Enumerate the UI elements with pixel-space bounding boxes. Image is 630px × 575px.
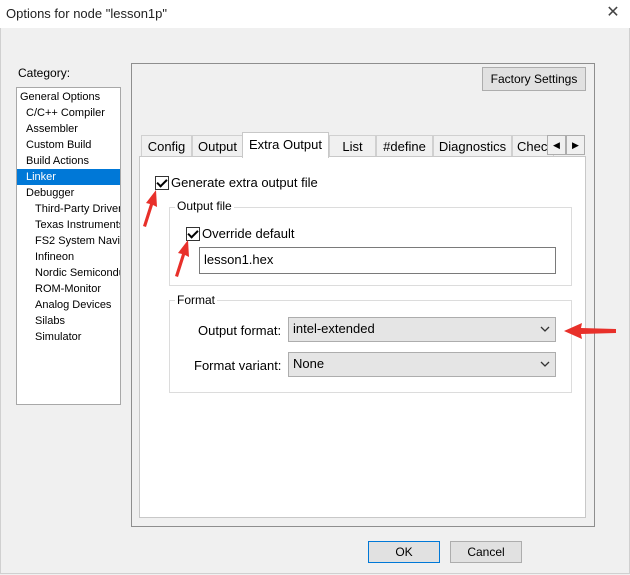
tab-output[interactable]: Output bbox=[192, 135, 243, 157]
category-item-build-actions[interactable]: Build Actions bbox=[17, 153, 120, 169]
chevron-down-icon bbox=[539, 318, 551, 348]
output-format-select[interactable]: intel-extended bbox=[288, 317, 556, 342]
format-group bbox=[169, 300, 572, 393]
factory-settings-button[interactable]: Factory Settings bbox=[482, 67, 586, 91]
category-item-infineon[interactable]: Infineon bbox=[17, 249, 120, 265]
category-item-analog-devices[interactable]: Analog Devices bbox=[17, 297, 120, 313]
category-item-custom-build[interactable]: Custom Build bbox=[17, 137, 120, 153]
tab-list[interactable]: List bbox=[329, 135, 376, 157]
close-icon[interactable]: ✕ bbox=[602, 3, 624, 23]
category-list[interactable]: General Options C/C++ Compiler Assembler Cu… bbox=[16, 87, 121, 405]
output-filename-input[interactable]: lesson1.hex bbox=[199, 247, 556, 274]
override-default-label: Override default bbox=[202, 226, 295, 241]
tab-scroll-right-icon[interactable]: ▶ bbox=[566, 135, 585, 155]
category-item-assembler[interactable]: Assembler bbox=[17, 121, 120, 137]
category-item-fs2-system-navigator[interactable]: FS2 System Navigator bbox=[17, 233, 120, 249]
tab-define[interactable]: #define bbox=[376, 135, 433, 157]
category-item-third-party-driver[interactable]: Third-Party Driver bbox=[17, 201, 120, 217]
category-item-texas-instruments[interactable]: Texas Instruments bbox=[17, 217, 120, 233]
category-label: Category: bbox=[18, 66, 71, 80]
output-file-group-label: Output file bbox=[175, 199, 234, 213]
generate-extra-output-label: Generate extra output file bbox=[171, 175, 318, 190]
category-item-debugger[interactable]: Debugger bbox=[17, 185, 120, 201]
tab-scroll-left-icon[interactable]: ◀ bbox=[547, 135, 566, 155]
category-item-linker[interactable]: Linker bbox=[17, 169, 120, 185]
window-title: Options for node "lesson1p" bbox=[6, 6, 167, 21]
category-item-simulator[interactable]: Simulator bbox=[17, 329, 120, 345]
category-item-rom-monitor[interactable]: ROM-Monitor bbox=[17, 281, 120, 297]
chevron-down-icon bbox=[539, 353, 551, 383]
format-variant-label: Format variant: bbox=[194, 358, 282, 373]
format-group-label: Format bbox=[175, 293, 218, 307]
category-item-silabs[interactable]: Silabs bbox=[17, 313, 120, 329]
tab-config[interactable]: Config bbox=[141, 135, 192, 157]
category-item-c-c-compiler[interactable]: C/C++ Compiler bbox=[17, 105, 120, 121]
format-variant-select[interactable]: None bbox=[288, 352, 556, 377]
format-variant-value: None bbox=[293, 356, 325, 371]
annotation-arrow-icon bbox=[143, 190, 157, 227]
annotation-arrow-icon bbox=[564, 323, 616, 339]
annotation-arrow-icon bbox=[175, 240, 189, 277]
tab-diagnostics[interactable]: Diagnostics bbox=[433, 135, 512, 157]
tab-extra-output[interactable]: Extra Output bbox=[242, 132, 329, 158]
cancel-button[interactable]: Cancel bbox=[450, 541, 522, 563]
output-format-label: Output format: bbox=[198, 323, 282, 338]
category-item-nordic-semiconductor[interactable]: Nordic Semiconductor bbox=[17, 265, 120, 281]
ok-button[interactable]: OK bbox=[368, 541, 440, 563]
category-item-general-options[interactable]: General Options bbox=[17, 89, 120, 105]
output-format-value: intel-extended bbox=[293, 321, 375, 336]
